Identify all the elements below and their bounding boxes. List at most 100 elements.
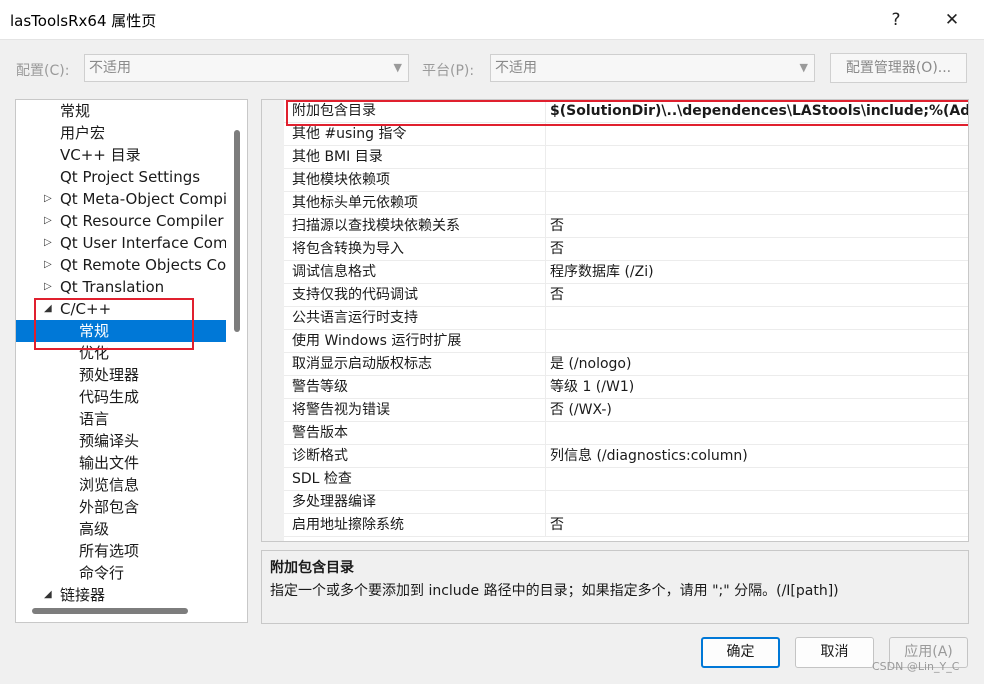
property-tree[interactable]: 常规 用户宏 VC++ 目录 Qt Project Settings ▷ Qt … xyxy=(15,99,248,623)
expand-arrow-icon[interactable]: ▷ xyxy=(44,232,52,254)
help-button[interactable]: ? xyxy=(876,4,916,36)
property-value[interactable] xyxy=(550,330,968,353)
property-name: 诊断格式 xyxy=(292,445,546,468)
tree-item-external-includes[interactable]: 外部包含 xyxy=(16,496,226,518)
expand-arrow-icon[interactable]: ▷ xyxy=(44,276,52,298)
title-bar: lasToolsRx64 属性页 ? ✕ xyxy=(0,0,984,40)
platform-dropdown[interactable]: 不适用 ▼ xyxy=(490,54,815,82)
config-manager-button[interactable]: 配置管理器(O)... xyxy=(830,53,967,83)
property-row[interactable]: 扫描源以查找模块依赖关系否 xyxy=(284,215,968,238)
property-value[interactable]: 否 xyxy=(550,238,968,261)
property-value[interactable] xyxy=(550,146,968,169)
property-row[interactable]: 支持仅我的代码调试否 xyxy=(284,284,968,307)
description-text: 指定一个或多个要添加到 include 路径中的目录；如果指定多个，请用 ";"… xyxy=(270,583,839,599)
window-title: lasToolsRx64 属性页 xyxy=(10,12,157,30)
tree-item-precompiled-headers[interactable]: 预编译头 xyxy=(16,430,226,452)
tree-item-qt-remote-objects[interactable]: ▷ Qt Remote Objects Compiler xyxy=(16,254,226,276)
highlight-box-include-dirs xyxy=(286,100,968,126)
property-value[interactable]: 程序数据库 (/Zi) xyxy=(550,261,968,284)
property-value[interactable]: 否 xyxy=(550,215,968,238)
tree-item-output-files[interactable]: 输出文件 xyxy=(16,452,226,474)
property-name: 启用地址擦除系统 xyxy=(292,514,546,537)
property-name: 多处理器编译 xyxy=(292,491,546,514)
property-name: 其他 BMI 目录 xyxy=(292,146,546,169)
expand-arrow-icon[interactable]: ▷ xyxy=(44,254,52,276)
tree-horizontal-scrollbar[interactable] xyxy=(32,608,188,614)
property-value[interactable] xyxy=(550,468,968,491)
property-row[interactable]: 公共语言运行时支持 xyxy=(284,307,968,330)
tree-item-all-options[interactable]: 所有选项 xyxy=(16,540,226,562)
tree-item-linker[interactable]: ◢ 链接器 xyxy=(16,584,226,606)
property-row[interactable]: 警告版本 xyxy=(284,422,968,445)
property-value[interactable] xyxy=(550,123,968,146)
property-name: 将包含转换为导入 xyxy=(292,238,546,261)
property-row[interactable]: 警告等级 等级 1 (/W1) xyxy=(284,376,968,399)
property-row[interactable]: SDL 检查 xyxy=(284,468,968,491)
close-button[interactable]: ✕ xyxy=(932,4,972,36)
property-name: SDL 检查 xyxy=(292,468,546,491)
tree-item-browse-info[interactable]: 浏览信息 xyxy=(16,474,226,496)
property-name: 警告版本 xyxy=(292,422,546,445)
property-value[interactable]: 等级 1 (/W1) xyxy=(550,376,968,399)
property-row[interactable]: 诊断格式 列信息 (/diagnostics:column) xyxy=(284,445,968,468)
property-value[interactable]: 否 (/WX-) xyxy=(550,399,968,422)
highlight-box-cpp xyxy=(34,298,194,350)
property-name: 其他 #using 指令 xyxy=(292,123,546,146)
property-name: 其他标头单元依赖项 xyxy=(292,192,546,215)
property-value[interactable] xyxy=(550,491,968,514)
expand-arrow-icon[interactable]: ▷ xyxy=(44,188,52,210)
collapse-arrow-icon[interactable]: ◢ xyxy=(44,584,52,606)
watermark: CSDN @Lin_Y_C xyxy=(872,660,960,673)
tree-item-command-line[interactable]: 命令行 xyxy=(16,562,226,584)
property-grid[interactable]: 附加包含目录 $(SolutionDir)\..\dependences\LASt… xyxy=(261,99,969,542)
tree-item-preprocessor[interactable]: 预处理器 xyxy=(16,364,226,386)
chevron-down-icon: ▼ xyxy=(799,61,808,74)
property-value[interactable]: 否 xyxy=(550,514,968,537)
property-row[interactable]: 启用地址擦除系统否 xyxy=(284,514,968,537)
property-value[interactable]: 是 (/nologo) xyxy=(550,353,968,376)
property-value[interactable] xyxy=(550,422,968,445)
tree-vertical-scrollbar[interactable] xyxy=(234,130,240,332)
tree-item-qt-rcc[interactable]: ▷ Qt Resource Compiler xyxy=(16,210,226,232)
tree-item-qt-project-settings[interactable]: Qt Project Settings xyxy=(16,166,226,188)
ok-button[interactable]: 确定 xyxy=(701,637,780,668)
tree-item-advanced[interactable]: 高级 xyxy=(16,518,226,540)
tree-item-language[interactable]: 语言 xyxy=(16,408,226,430)
config-label: 配置(C): xyxy=(16,63,70,79)
property-value[interactable]: 列信息 (/diagnostics:column) xyxy=(550,445,968,468)
expand-arrow-icon[interactable]: ▷ xyxy=(44,210,52,232)
property-value[interactable] xyxy=(550,307,968,330)
property-row[interactable]: 其他模块依赖项 xyxy=(284,169,968,192)
property-row[interactable]: 将包含转换为导入否 xyxy=(284,238,968,261)
cancel-button[interactable]: 取消 xyxy=(795,637,874,668)
property-name: 调试信息格式 xyxy=(292,261,546,284)
property-row[interactable]: 调试信息格式 程序数据库 (/Zi) xyxy=(284,261,968,284)
property-name: 将警告视为错误 xyxy=(292,399,546,422)
property-row[interactable]: 取消显示启动版权标志是 (/nologo) xyxy=(284,353,968,376)
property-row[interactable]: 其他 BMI 目录 xyxy=(284,146,968,169)
property-row[interactable]: 其他标头单元依赖项 xyxy=(284,192,968,215)
property-row[interactable]: 多处理器编译 xyxy=(284,491,968,514)
property-name: 支持仅我的代码调试 xyxy=(292,284,546,307)
property-name: 其他模块依赖项 xyxy=(292,169,546,192)
property-name: 取消显示启动版权标志 xyxy=(292,353,546,376)
chevron-down-icon: ▼ xyxy=(393,61,402,74)
property-row[interactable]: 使用 Windows 运行时扩展 xyxy=(284,330,968,353)
tree-item-qt-uic[interactable]: ▷ Qt User Interface Compiler xyxy=(16,232,226,254)
property-name: 公共语言运行时支持 xyxy=(292,307,546,330)
config-value: 不适用 xyxy=(89,60,131,76)
property-row[interactable]: 将警告视为错误否 (/WX-) xyxy=(284,399,968,422)
property-value[interactable]: 否 xyxy=(550,284,968,307)
tree-item-code-generation[interactable]: 代码生成 xyxy=(16,386,226,408)
tree-item-general[interactable]: 常规 xyxy=(16,100,226,122)
config-dropdown[interactable]: 不适用 ▼ xyxy=(84,54,409,82)
tree-item-qt-translation[interactable]: ▷ Qt Translation xyxy=(16,276,226,298)
property-name: 扫描源以查找模块依赖关系 xyxy=(292,215,546,238)
property-value[interactable] xyxy=(550,192,968,215)
property-row[interactable]: 其他 #using 指令 xyxy=(284,123,968,146)
property-value[interactable] xyxy=(550,169,968,192)
tree-item-qt-moc[interactable]: ▷ Qt Meta-Object Compiler xyxy=(16,188,226,210)
tree-item-vc-directories[interactable]: VC++ 目录 xyxy=(16,144,226,166)
description-title: 附加包含目录 xyxy=(270,560,354,576)
tree-item-user-macros[interactable]: 用户宏 xyxy=(16,122,226,144)
